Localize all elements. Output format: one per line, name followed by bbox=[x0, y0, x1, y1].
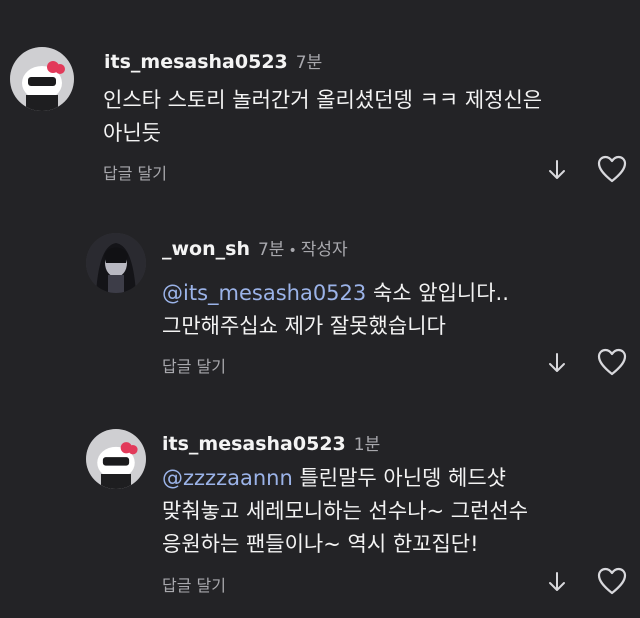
comment-time: 7분 bbox=[295, 53, 323, 73]
comment-2: _won_sh 7분 • 작성자 @its_mesasha0523 숙소 앞입니다..… bbox=[0, 200, 640, 410]
hello-kitty-avatar[interactable] bbox=[86, 429, 146, 489]
reply-button[interactable]: 답글 달기 bbox=[162, 572, 226, 596]
comment-text: 숙소 앞입니다.. bbox=[366, 281, 509, 305]
comment-3: its_mesasha0523 1분 @zzzzaannn 틀린말두 아닌뎅 헤드… bbox=[0, 410, 640, 618]
down-arrow-icon[interactable] bbox=[547, 351, 567, 375]
separator-dot: • bbox=[288, 243, 297, 259]
mention-link[interactable]: @zzzzaannn bbox=[162, 466, 293, 490]
comment-line: 아닌듯 bbox=[103, 121, 161, 145]
comment-line: 맞춰놓고 세레모니하는 선수나~ 그런선수 bbox=[162, 499, 529, 523]
comment-text: 틀린말두 아닌뎅 헤드샷 bbox=[292, 466, 506, 490]
comment-line: 응원하는 팬들이나~ 역시 한꼬집단! bbox=[162, 532, 479, 556]
username-text[interactable]: _won_sh bbox=[162, 238, 250, 260]
down-arrow-icon[interactable] bbox=[547, 158, 567, 182]
comment-username[interactable]: its_mesasha0523 1분 bbox=[162, 430, 380, 455]
dark-character-avatar[interactable] bbox=[86, 233, 146, 293]
comment-1: its_mesasha0523 7분 인스타 스토리 놀러간거 올리셨던뎅 ㅋㅋ … bbox=[0, 0, 640, 200]
comment-body: 인스타 스토리 놀러간거 올리셨던뎅 ㅋㅋ 제정신은 아닌듯 bbox=[103, 84, 542, 150]
reply-button[interactable]: 답글 달기 bbox=[103, 160, 167, 184]
comment-line: @its_mesasha0523 숙소 앞입니다.. bbox=[162, 277, 509, 310]
hello-kitty-avatar[interactable] bbox=[10, 47, 74, 111]
heart-icon[interactable] bbox=[596, 566, 628, 596]
down-arrow-icon[interactable] bbox=[547, 570, 567, 594]
comment-body: @its_mesasha0523 숙소 앞입니다.. 그만해주십쇼 제가 잘못했… bbox=[162, 277, 509, 343]
reply-button[interactable]: 답글 달기 bbox=[162, 353, 226, 377]
comment-line: 인스타 스토리 놀러간거 올리셨던뎅 ㅋㅋ 제정신은 bbox=[103, 88, 543, 112]
comment-line: 그만해주십쇼 제가 잘못했습니다 bbox=[162, 314, 446, 338]
comment-time: 1분 bbox=[353, 435, 381, 455]
mention-link[interactable]: @its_mesasha0523 bbox=[162, 281, 366, 305]
comment-line: @zzzzaannn 틀린말두 아닌뎅 헤드샷 bbox=[162, 462, 528, 495]
comment-username[interactable]: _won_sh 7분 • 작성자 bbox=[162, 235, 348, 260]
comment-time: 7분 bbox=[257, 240, 285, 260]
heart-icon[interactable] bbox=[596, 347, 628, 377]
username-text[interactable]: its_mesasha0523 bbox=[162, 433, 346, 455]
heart-icon[interactable] bbox=[596, 154, 628, 184]
comment-username[interactable]: its_mesasha0523 7분 bbox=[104, 48, 322, 73]
comment-body: @zzzzaannn 틀린말두 아닌뎅 헤드샷 맞춰놓고 세레모니하는 선수나~… bbox=[162, 462, 528, 561]
username-text[interactable]: its_mesasha0523 bbox=[104, 51, 288, 73]
author-badge: 작성자 bbox=[300, 240, 348, 260]
